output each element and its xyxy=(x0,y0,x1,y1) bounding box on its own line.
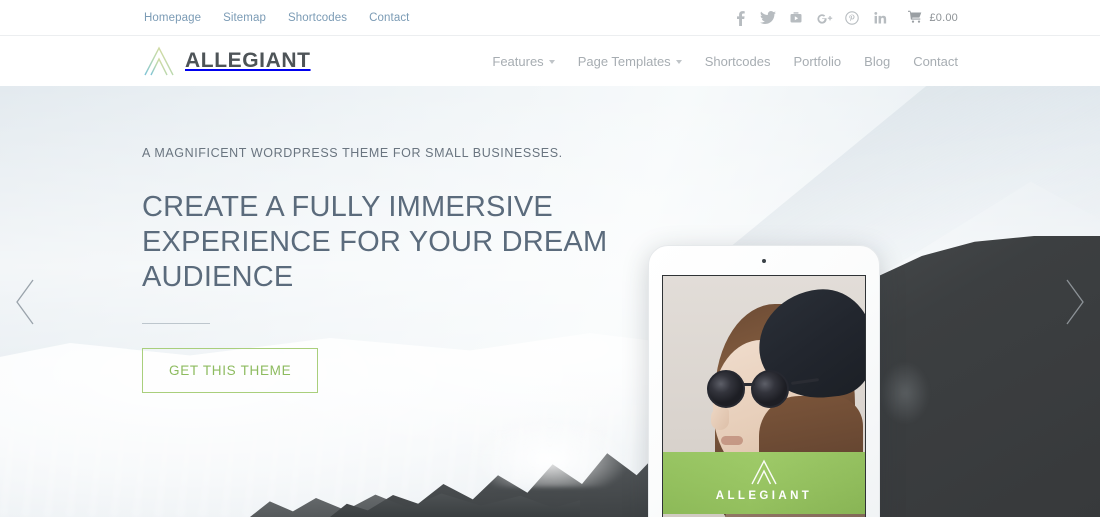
cart-widget[interactable]: £0.00 xyxy=(908,10,958,26)
nav-item-page-templates[interactable]: Page Templates xyxy=(578,54,682,69)
slider-prev-button[interactable] xyxy=(8,276,42,328)
tablet-camera-icon xyxy=(762,259,766,263)
tablet-banner-brand: ALLEGIANT xyxy=(715,490,813,502)
tablet-brand-banner: ALLEGIANT xyxy=(663,452,865,514)
site-header: ALLEGIANT Features Page Templates Shortc… xyxy=(0,36,1100,86)
linkedin-icon[interactable] xyxy=(866,0,894,36)
nav-label-features: Features xyxy=(492,53,544,69)
photo-lips xyxy=(721,436,743,445)
hero-background-spray xyxy=(440,392,660,487)
tablet-mockup: ALLEGIANT xyxy=(648,245,880,517)
main-nav: Features Page Templates Shortcodes Portf… xyxy=(492,54,958,69)
googleplus-icon[interactable] xyxy=(810,0,838,36)
chevron-right-icon xyxy=(1058,276,1092,328)
chevron-down-icon xyxy=(548,60,555,64)
top-bar-nav: Homepage Sitemap Shortcodes Contact xyxy=(144,12,409,24)
nav-item-portfolio[interactable]: Portfolio xyxy=(793,54,841,69)
nav-label-contact: Contact xyxy=(913,53,958,69)
get-this-theme-button[interactable]: GET THIS THEME xyxy=(142,348,319,393)
sunglasses-arm xyxy=(790,378,820,385)
sunglasses-icon xyxy=(707,368,820,410)
topbar-link-contact[interactable]: Contact xyxy=(369,12,409,24)
hero-background-cliff-highlight xyxy=(870,348,940,438)
nav-label-blog: Blog xyxy=(864,53,891,69)
photo-nose xyxy=(711,408,729,430)
nav-label-shortcodes: Shortcodes xyxy=(704,53,771,69)
tablet-screen: ALLEGIANT xyxy=(662,275,866,517)
hero-content: A MAGNIFICENT WORDPRESS THEME FOR SMALL … xyxy=(142,146,662,393)
brand-name: ALLEGIANT xyxy=(185,49,311,72)
hero-divider xyxy=(142,323,210,324)
nav-item-shortcodes[interactable]: Shortcodes xyxy=(705,54,771,69)
nav-label-page-templates: Page Templates xyxy=(577,53,671,69)
top-bar: Homepage Sitemap Shortcodes Contact £0.0… xyxy=(0,0,1100,36)
chevron-down-icon xyxy=(675,60,682,64)
facebook-icon[interactable] xyxy=(726,0,754,36)
hero-headline: CREATE A FULLY IMMERSIVE EXPERIENCE FOR … xyxy=(142,191,608,293)
nav-item-features[interactable]: Features xyxy=(492,53,555,69)
cart-icon xyxy=(908,10,923,26)
hero-slider: A MAGNIFICENT WORDPRESS THEME FOR SMALL … xyxy=(0,86,1100,517)
youtube-icon[interactable] xyxy=(782,0,810,36)
topbar-link-shortcodes[interactable]: Shortcodes xyxy=(288,12,347,24)
allegiant-a-logo-icon xyxy=(142,45,176,77)
sunglasses-lens-right xyxy=(751,370,789,408)
nav-item-contact[interactable]: Contact xyxy=(913,54,958,69)
nav-item-blog[interactable]: Blog xyxy=(864,54,890,69)
chevron-left-icon xyxy=(8,276,42,328)
pinterest-icon[interactable] xyxy=(838,0,866,36)
nav-label-portfolio: Portfolio xyxy=(793,53,842,69)
allegiant-a-logo-white-icon xyxy=(749,457,779,487)
topbar-link-sitemap[interactable]: Sitemap xyxy=(223,12,266,24)
hero-kicker: A MAGNIFICENT WORDPRESS THEME FOR SMALL … xyxy=(142,146,563,160)
sunglasses-lens-left xyxy=(707,370,745,408)
slider-next-button[interactable] xyxy=(1058,276,1092,328)
twitter-icon[interactable] xyxy=(754,0,782,36)
site-logo-link[interactable]: ALLEGIANT xyxy=(142,45,311,77)
top-bar-right: £0.00 xyxy=(726,0,958,36)
topbar-link-homepage[interactable]: Homepage xyxy=(144,12,201,24)
cart-amount: £0.00 xyxy=(929,12,958,24)
sunglasses-bridge xyxy=(743,383,755,386)
page-root: Homepage Sitemap Shortcodes Contact £0.0… xyxy=(0,0,1100,517)
